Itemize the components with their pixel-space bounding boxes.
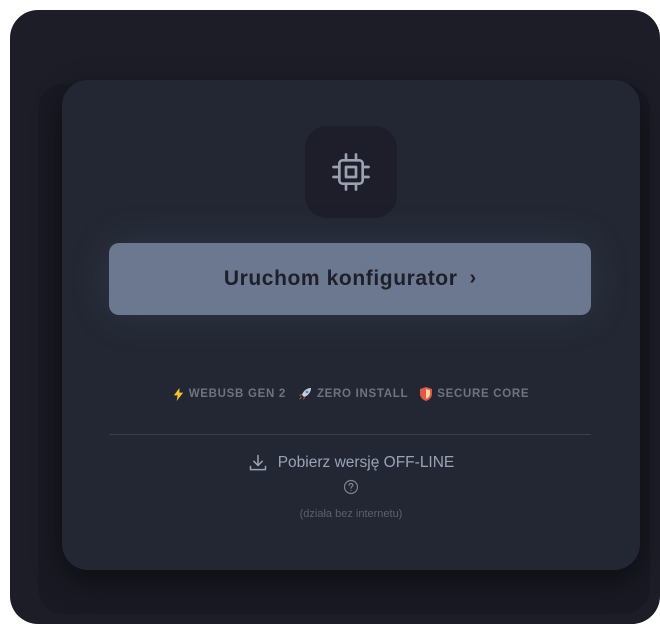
download-label: Pobierz wersję OFF-LINE [277,454,455,471]
chip-icon-container [305,126,397,218]
rocket-icon [298,388,311,400]
feature-webusb: WEBUSB GEN 2 [173,387,286,401]
chip-icon [332,153,370,191]
shield-icon [420,387,433,401]
app-window: Uruchom konfigurator › WEBUSB GEN 2 ZERO… [10,10,660,624]
divider [109,434,591,435]
download-icon [249,454,266,471]
feature-label: WEBUSB GEN 2 [188,388,286,400]
feature-badges: WEBUSB GEN 2 ZERO INSTALL SECURE CORE [62,387,640,401]
offline-note: (działa bez internetu) [299,508,403,520]
launcher-card: Uruchom konfigurator › WEBUSB GEN 2 ZERO… [62,80,640,570]
launch-button-label: Uruchom konfigurator [223,267,458,290]
download-offline-link[interactable]: Pobierz wersję OFF-LINE [62,453,640,473]
feature-zero-install: ZERO INSTALL [298,387,408,401]
feature-secure-core: SECURE CORE [420,387,529,401]
question-circle-icon[interactable] [343,479,359,495]
feature-label: ZERO INSTALL [316,388,409,400]
chevron-right-icon: › [469,266,477,289]
feature-label: SECURE CORE [437,388,530,400]
lightning-icon [173,387,183,401]
launch-configurator-button[interactable]: Uruchom konfigurator › [109,243,591,315]
